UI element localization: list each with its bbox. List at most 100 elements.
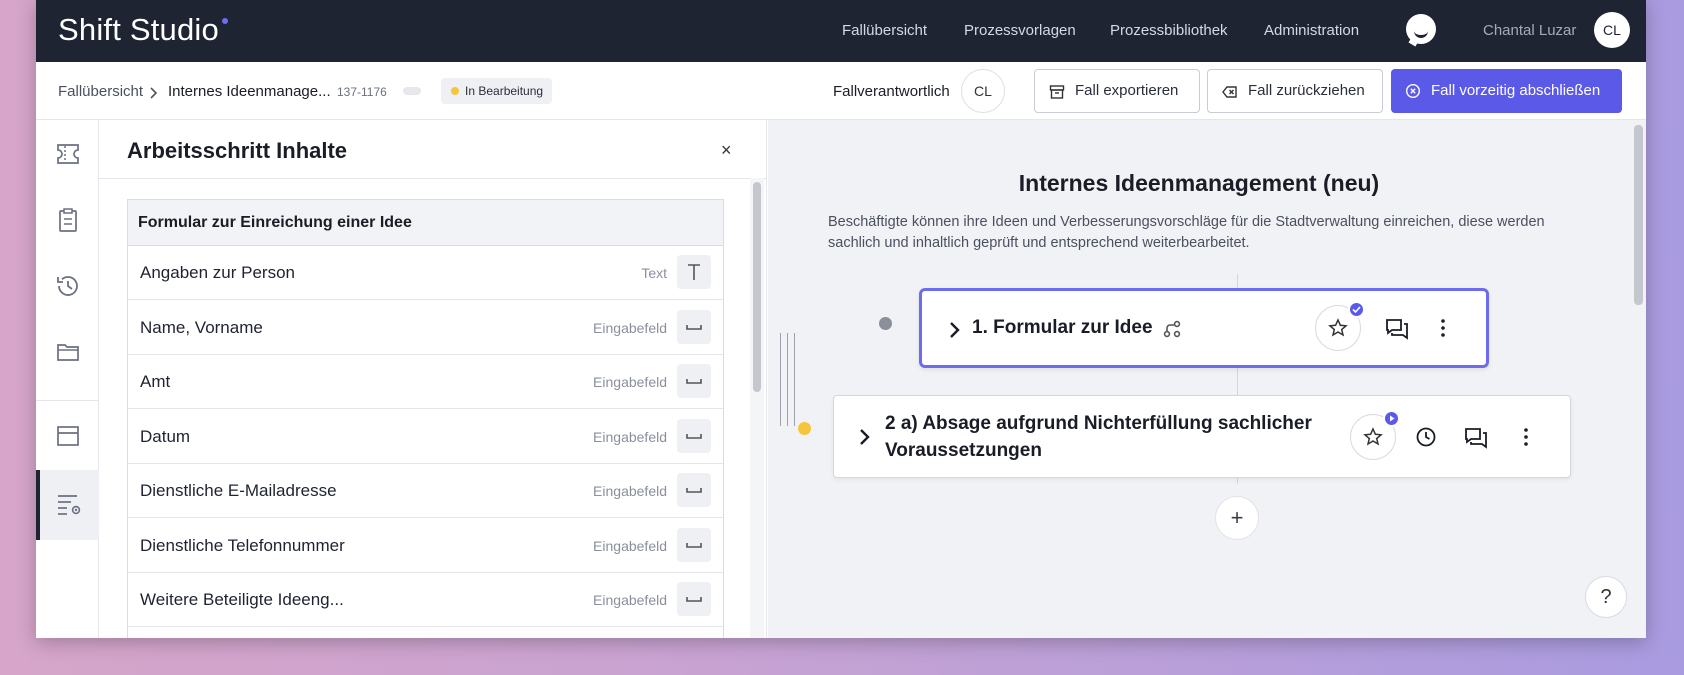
comments-icon[interactable] (1384, 315, 1410, 341)
field-label: Amt (140, 372, 171, 391)
nav-fall-overview[interactable]: Fallübersicht (842, 22, 927, 39)
circle-x-icon (1405, 83, 1421, 99)
input-field-icon[interactable] (677, 582, 711, 616)
field-label: Angaben zur Person (140, 263, 295, 282)
history-icon (57, 276, 78, 296)
table-row[interactable]: Amt Eingabefeld (128, 355, 723, 409)
step-title: 2 a) Absage aufgrund Nichterfüllung sach… (885, 410, 1312, 464)
ticket-icon (57, 144, 79, 164)
field-type: Eingabefeld (593, 374, 667, 390)
case-id: 137-1176 (337, 85, 387, 99)
status-dot (451, 87, 459, 95)
close-case-early-button[interactable]: Fall vorzeitig abschließen (1391, 69, 1622, 113)
export-case-button[interactable]: Fall exportieren (1034, 69, 1200, 113)
archive-icon (1049, 85, 1065, 99)
more-vertical-icon[interactable] (1513, 424, 1539, 450)
panel-scrollbar[interactable] (753, 182, 761, 392)
rail-divider (36, 400, 99, 401)
rail-item-folder[interactable] (36, 318, 99, 384)
table-row[interactable]: Datum Eingabefeld (128, 410, 723, 464)
help-button[interactable]: ? (1585, 576, 1627, 618)
brand-logo[interactable]: Shift Studio (58, 12, 219, 48)
owner-label: Fallverantwortlich (833, 83, 950, 100)
star-icon (1363, 427, 1383, 446)
field-label: Dienstliche E-Mailadresse (140, 481, 337, 500)
form-fields-table: Formular zur Einreichung einer Idee Anga… (127, 199, 724, 638)
user-avatar[interactable]: CL (1594, 12, 1630, 48)
star-icon (1328, 318, 1348, 337)
main-scrollbar[interactable] (1634, 125, 1643, 305)
rail-item-history[interactable] (36, 252, 99, 318)
withdraw-case-button[interactable]: Fall zurückziehen (1207, 69, 1383, 113)
export-case-label: Fall exportieren (1075, 82, 1179, 99)
step-status-dot (798, 422, 811, 435)
field-label: Name, Vorname (140, 317, 263, 337)
comments-icon[interactable] (1463, 424, 1489, 450)
table-row[interactable]: Weitere Beteiligte Ideeng... Eingabefeld (128, 573, 723, 627)
step-content-panel: Arbeitsschritt Inhalte × Formular zur Ei… (99, 120, 767, 638)
check-badge-icon (1348, 301, 1365, 318)
step-status-dot (879, 317, 892, 330)
close-icon[interactable]: × (721, 140, 732, 161)
field-type: Eingabefeld (593, 319, 667, 336)
add-step-button[interactable]: + (1215, 496, 1259, 540)
branch-line (794, 333, 795, 426)
step-card-2[interactable]: 2 a) Absage aufgrund Nichterfüllung sach… (833, 395, 1571, 478)
input-field-icon (686, 542, 702, 548)
input-field-icon[interactable] (677, 473, 711, 507)
chat-bubble-icon[interactable] (1406, 14, 1436, 47)
flow-branch-icon (1163, 320, 1181, 338)
left-rail (36, 120, 99, 638)
more-vertical-icon[interactable] (1430, 315, 1456, 341)
branch-line (780, 333, 781, 426)
nav-process-templates[interactable]: Prozessvorlagen (964, 22, 1076, 39)
process-title: Internes Ideenmanagement (neu) (1018, 170, 1380, 196)
clipboard-icon (59, 208, 77, 232)
rail-item-clipboard[interactable] (36, 186, 99, 252)
table-row[interactable]: Name, Vorname Eingabefeld (128, 301, 723, 355)
rail-item-list-settings[interactable] (36, 470, 99, 540)
input-field-icon[interactable] (677, 309, 711, 344)
card-icon (57, 426, 79, 446)
top-navbar: Shift Studio Fallübersicht Prozessvorlag… (36, 0, 1646, 62)
field-label: Dienstliche Telefonnummer (140, 535, 345, 555)
owner-avatar[interactable]: CL (961, 69, 1005, 113)
input-field-icon (686, 379, 702, 384)
field-type: Eingabefeld (593, 592, 667, 608)
play-badge-icon (1383, 410, 1400, 427)
rail-item-card[interactable] (36, 402, 99, 468)
input-field-icon[interactable] (677, 364, 711, 398)
field-type: Eingabefeld (593, 537, 667, 554)
input-field-icon (686, 433, 702, 439)
table-row[interactable]: Dienstliche E-Mailadresse Eingabefeld (128, 464, 723, 518)
panel-divider (99, 178, 767, 179)
field-label: Weitere Beteiligte Ideeng... (140, 590, 344, 609)
clock-icon[interactable] (1413, 424, 1439, 450)
step-title-line-2: Voraussetzungen (885, 440, 1042, 461)
backspace-icon (1222, 86, 1237, 98)
rail-item-ticket[interactable] (36, 120, 99, 186)
step-card-1[interactable]: 1. Formular zur Idee (919, 288, 1489, 368)
status-badge: In Bearbeitung (441, 78, 553, 104)
field-type: Eingabefeld (593, 483, 667, 499)
withdraw-case-label: Fall zurückziehen (1248, 82, 1365, 99)
chevron-right-icon[interactable] (948, 321, 962, 339)
case-header-bar: Fallübersicht Internes Ideenmanage... 13… (36, 62, 1646, 120)
table-row[interactable]: Dienstliche Telefonnummer Eingabefeld (128, 519, 723, 573)
close-case-early-label: Fall vorzeitig abschließen (1431, 82, 1601, 99)
chevron-right-icon[interactable] (858, 428, 872, 446)
field-type: Text (641, 265, 667, 281)
text-icon[interactable] (677, 255, 711, 289)
toggle-pill[interactable] (403, 87, 421, 95)
table-row[interactable]: Angaben zur Person Text (128, 246, 723, 300)
input-field-icon (686, 488, 702, 493)
folder-icon (57, 344, 79, 361)
nav-process-library[interactable]: Prozessbibliothek (1110, 22, 1228, 39)
input-field-icon[interactable] (677, 527, 711, 562)
user-name[interactable]: Chantal Luzar (1483, 22, 1576, 39)
step-title: 1. Formular zur Idee (972, 317, 1153, 338)
breadcrumb-root[interactable]: Fallübersicht (58, 83, 143, 100)
panel-title: Arbeitsschritt Inhalte (127, 138, 348, 163)
input-field-icon[interactable] (677, 418, 711, 453)
nav-administration[interactable]: Administration (1264, 22, 1359, 39)
